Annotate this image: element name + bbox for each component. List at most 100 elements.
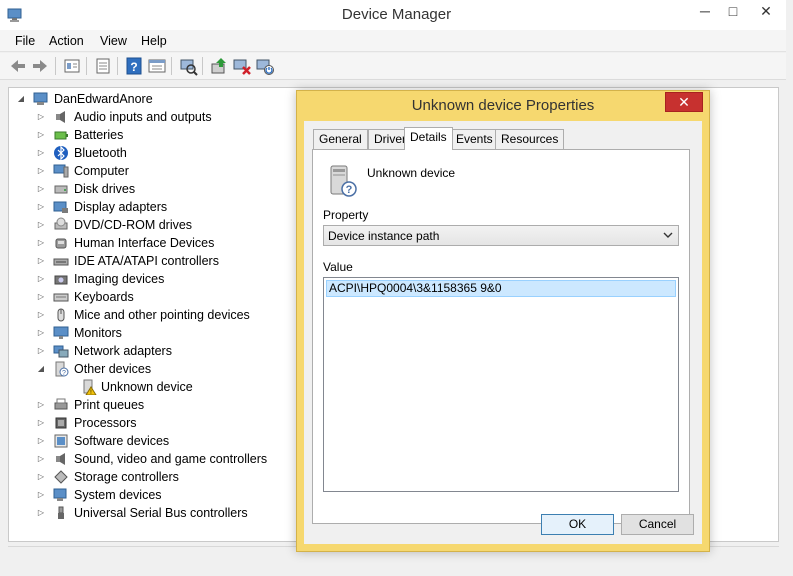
- warning-device-icon: !: [83, 379, 97, 395]
- uninstall-icon[interactable]: [232, 56, 252, 76]
- expand-arrow-icon[interactable]: ▷: [37, 504, 45, 522]
- toolbar: ?: [0, 53, 793, 80]
- toolbar-separator: [86, 57, 87, 75]
- tree-item-label: Software devices: [74, 434, 170, 448]
- menu-help[interactable]: Help: [141, 34, 167, 48]
- forward-icon[interactable]: [30, 56, 50, 76]
- system-icon: [53, 488, 67, 501]
- camera-icon: [54, 275, 68, 285]
- tree-item-label: Imaging devices: [74, 272, 165, 286]
- software-icon: [54, 434, 68, 448]
- title-bar: Device Manager ─ □ ✕: [0, 0, 793, 30]
- window-edge: [786, 0, 793, 576]
- menu-view[interactable]: View: [100, 34, 127, 48]
- sound-icon: [56, 453, 65, 465]
- hid-icon: [55, 238, 67, 249]
- value-row[interactable]: ACPI\HPQ0004\3&1158365 9&0: [326, 280, 676, 297]
- monitor-icon: [53, 326, 69, 339]
- svg-text:?: ?: [346, 184, 353, 196]
- tree-item-label: DVD/CD-ROM drives: [74, 218, 193, 232]
- value-list[interactable]: ACPI\HPQ0004\3&1158365 9&0: [323, 277, 679, 492]
- expand-arrow-icon[interactable]: ▷: [37, 414, 45, 432]
- expand-arrow-icon[interactable]: ▷: [37, 198, 45, 216]
- expand-arrow-icon[interactable]: ▷: [37, 108, 45, 126]
- tab-events[interactable]: Events: [450, 129, 499, 149]
- expand-arrow-icon[interactable]: ▷: [37, 162, 45, 180]
- tab-general[interactable]: General: [313, 129, 368, 149]
- maximize-button[interactable]: □: [719, 0, 747, 24]
- value-label: Value: [323, 260, 353, 274]
- cancel-button[interactable]: Cancel: [621, 514, 694, 535]
- storage-icon: [54, 470, 68, 484]
- dialog-body: General Driver Details Events Resources …: [304, 121, 702, 544]
- expand-arrow-icon[interactable]: ▷: [37, 450, 45, 468]
- tree-item-label: Other devices: [74, 362, 152, 376]
- usb-icon: [58, 506, 64, 519]
- properties-icon[interactable]: [62, 56, 82, 76]
- back-icon[interactable]: [8, 56, 28, 76]
- expand-arrow-icon[interactable]: ▷: [37, 306, 45, 324]
- expand-arrow-icon[interactable]: ▷: [37, 252, 45, 270]
- tree-item-label: Sound, video and game controllers: [74, 452, 268, 466]
- scan-hardware-icon[interactable]: [178, 56, 198, 76]
- expand-arrow-icon[interactable]: ▷: [37, 288, 45, 306]
- expand-arrow-icon[interactable]: ▷: [37, 126, 45, 144]
- tree-item-label: Print queues: [74, 398, 145, 412]
- svg-text:?: ?: [130, 60, 137, 74]
- tab-details[interactable]: Details: [404, 127, 453, 150]
- disk-icon: [54, 185, 68, 194]
- expand-arrow-icon[interactable]: ▷: [37, 342, 45, 360]
- expand-arrow-icon[interactable]: ▷: [37, 486, 45, 504]
- menu-action[interactable]: Action: [49, 34, 84, 48]
- tree-item-label: Human Interface Devices: [74, 236, 215, 250]
- tree-item-label: Display adapters: [74, 200, 168, 214]
- expand-arrow-icon[interactable]: ▷: [37, 216, 45, 234]
- property-label: Property: [323, 208, 369, 222]
- processor-icon: [55, 417, 67, 429]
- details-tab-page: ? Unknown device Property Device instanc…: [312, 149, 690, 524]
- minimize-button[interactable]: ─: [691, 0, 719, 24]
- mouse-icon: [57, 308, 65, 322]
- help-icon[interactable]: ?: [124, 56, 144, 76]
- ok-button[interactable]: OK: [541, 514, 614, 535]
- bluetooth-icon: [54, 145, 68, 161]
- close-button[interactable]: ✕: [752, 0, 780, 24]
- expand-arrow-icon[interactable]: ▷: [37, 468, 45, 486]
- unknown-device-icon: ?: [55, 361, 69, 377]
- tree-item-label: IDE ATA/ATAPI controllers: [74, 254, 219, 268]
- toolbar-separator: [55, 57, 56, 75]
- dialog-close-button[interactable]: ✕: [665, 92, 703, 112]
- collapse-arrow-icon[interactable]: ◢: [37, 360, 45, 378]
- expand-arrow-icon[interactable]: ▷: [37, 396, 45, 414]
- computer-icon: [53, 164, 69, 178]
- tree-item-label: Monitors: [74, 326, 122, 340]
- toolbar-separator: [171, 57, 172, 75]
- tree-item-label: Storage controllers: [74, 470, 179, 484]
- ide-icon: [53, 258, 69, 266]
- property-selected-value: Device instance path: [328, 229, 440, 243]
- tree-item-label: Computer: [74, 164, 129, 178]
- collapse-arrow-icon[interactable]: ◢: [17, 90, 25, 108]
- display-adapter-icon: [53, 201, 68, 213]
- tree-item-label: System devices: [74, 488, 162, 502]
- enable-device-icon[interactable]: [255, 56, 275, 76]
- expand-arrow-icon[interactable]: ▷: [37, 324, 45, 342]
- device-name: Unknown device: [367, 166, 456, 180]
- tree-item-label: Bluetooth: [74, 146, 127, 160]
- expand-arrow-icon[interactable]: ▷: [37, 432, 45, 450]
- expand-arrow-icon[interactable]: ▷: [37, 144, 45, 162]
- menu-file[interactable]: File: [15, 34, 35, 48]
- tab-resources[interactable]: Resources: [495, 129, 565, 149]
- svg-text:?: ?: [62, 370, 66, 377]
- expand-arrow-icon[interactable]: ▷: [37, 180, 45, 198]
- tree-item-label: Processors: [74, 416, 137, 430]
- show-hidden-icon[interactable]: [93, 56, 113, 76]
- expand-arrow-icon[interactable]: ▷: [37, 270, 45, 288]
- update-driver-icon[interactable]: [209, 56, 229, 76]
- expand-arrow-icon[interactable]: ▷: [37, 234, 45, 252]
- tree-item-label: Disk drives: [74, 182, 136, 196]
- window-title: Device Manager: [341, 6, 452, 23]
- view-resources-icon[interactable]: [147, 56, 167, 76]
- property-select[interactable]: Device instance path: [323, 225, 679, 246]
- tree-root-label: DanEdwardAnore: [54, 92, 153, 106]
